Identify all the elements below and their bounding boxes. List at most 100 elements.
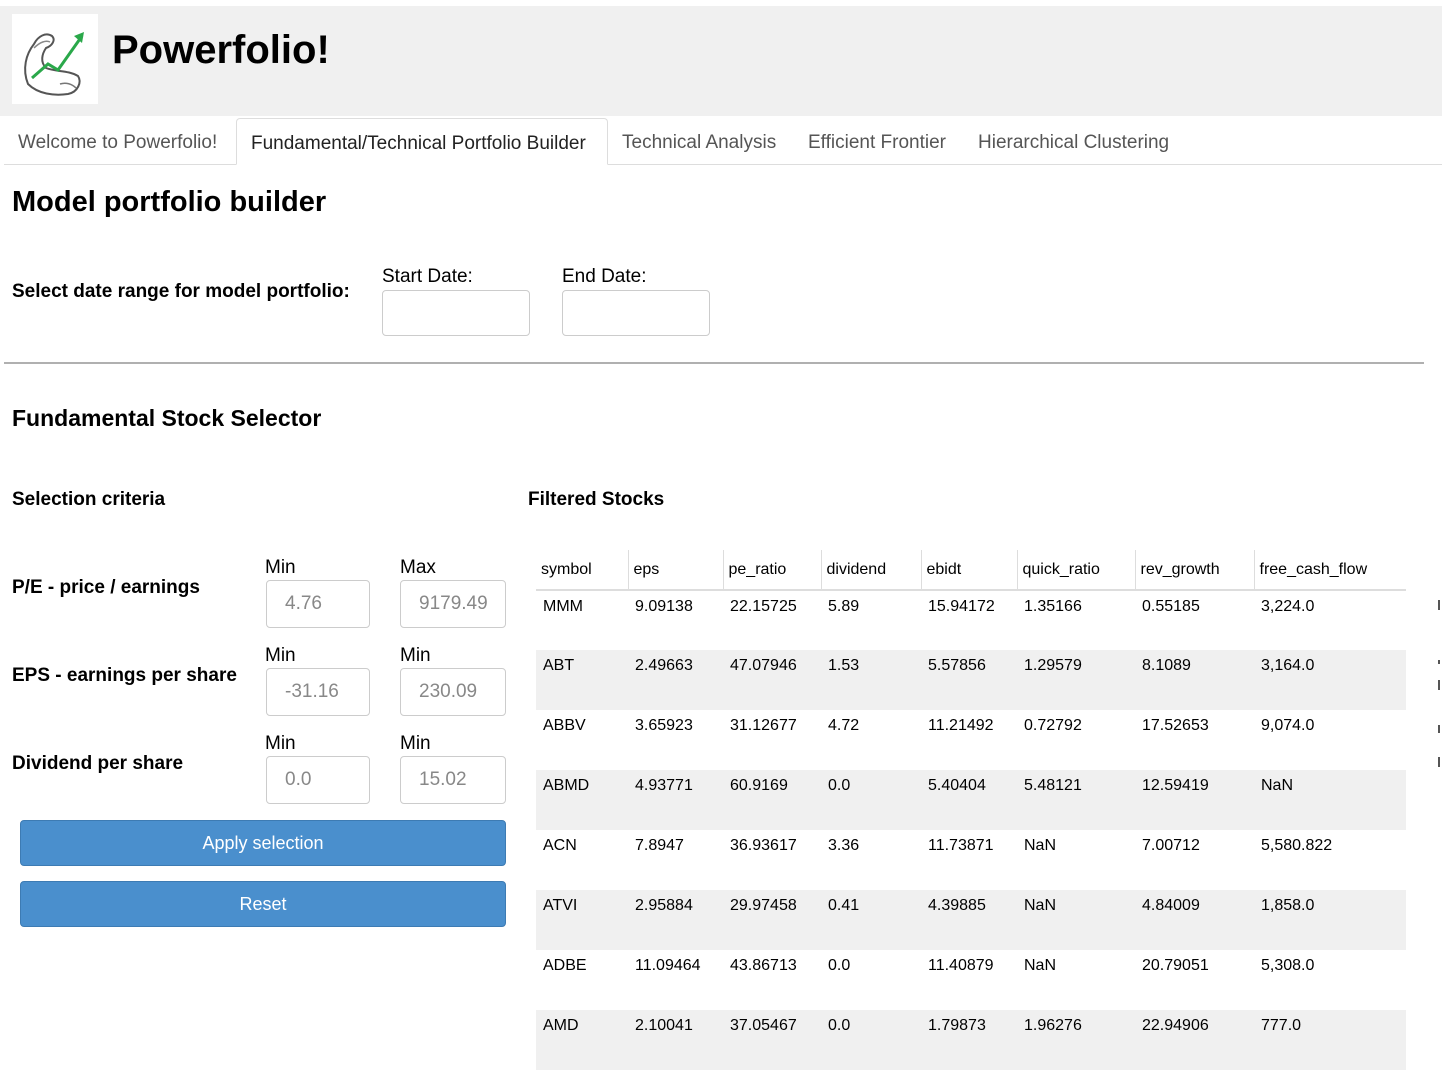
filtered-stocks-table: symbol eps pe_ratio dividend ebidt quick… [536, 550, 1406, 1070]
table-cell: 1.96276 [1017, 1010, 1135, 1070]
table-cell: NaN [1017, 830, 1135, 890]
table-cell: NaN [1254, 770, 1406, 830]
table-cell: 20.79051 [1135, 950, 1254, 1010]
section-divider [4, 362, 1424, 364]
selection-criteria-heading: Selection criteria [12, 489, 166, 510]
table-row[interactable]: MMM 9.09138 22.15725 5.89 15.94172 1.351… [536, 590, 1406, 650]
table-cell: 11.09464 [628, 950, 723, 1010]
table-cell: 31.12677 [723, 710, 821, 770]
table-cell: NaN [1017, 890, 1135, 950]
table-cell: AMD [536, 1010, 628, 1070]
eps-max-input[interactable]: 230.09 [400, 668, 506, 716]
tab-technical-analysis[interactable]: Technical Analysis [608, 118, 790, 164]
table-cell: 7.8947 [628, 830, 723, 890]
table-cell: ACN [536, 830, 628, 890]
table-cell: 5.89 [821, 590, 921, 650]
reset-button[interactable]: Reset [20, 881, 506, 927]
table-cell: 1.79873 [921, 1010, 1017, 1070]
page-title: Model portfolio builder [12, 186, 327, 218]
table-cell: 0.41 [821, 890, 921, 950]
end-date-input[interactable] [562, 290, 710, 336]
clipped-content-edge [1436, 595, 1442, 775]
table-cell: 22.15725 [723, 590, 821, 650]
column-header-free-cash-flow[interactable]: free_cash_flow [1253, 550, 1406, 591]
app-header: Powerfolio! [0, 6, 1442, 116]
table-cell: 2.49663 [628, 650, 723, 710]
table-row[interactable]: ABT 2.49663 47.07946 1.53 5.57856 1.2957… [536, 650, 1406, 710]
table-cell: 4.39885 [921, 890, 1017, 950]
table-cell: 15.94172 [921, 590, 1017, 650]
eps-min-label: Min [265, 645, 296, 666]
column-header-eps[interactable]: eps [627, 550, 723, 591]
table-cell: 29.97458 [723, 890, 821, 950]
table-row[interactable]: ABMD 4.93771 60.9169 0.0 5.40404 5.48121… [536, 770, 1406, 830]
table-cell: 3.65923 [628, 710, 723, 770]
table-row[interactable]: ACN 7.8947 36.93617 3.36 11.73871 NaN 7.… [536, 830, 1406, 890]
tab-hierarchical-clustering[interactable]: Hierarchical Clustering [964, 118, 1183, 164]
dividend-criterion-label: Dividend per share [12, 753, 184, 774]
pe-max-input[interactable]: 9179.49 [400, 580, 506, 628]
table-cell: ABBV [536, 710, 628, 770]
apply-selection-button[interactable]: Apply selection [20, 820, 506, 866]
dividend-max-label: Min [400, 733, 431, 754]
table-cell: MMM [536, 590, 628, 650]
table-cell: ABT [536, 650, 628, 710]
dividend-min-input[interactable]: 0.0 [266, 756, 370, 804]
table-cell: 4.93771 [628, 770, 723, 830]
table-cell: 5.40404 [921, 770, 1017, 830]
table-row[interactable]: ADBE 11.09464 43.86713 0.0 11.40879 NaN … [536, 950, 1406, 1010]
table-cell: 0.72792 [1017, 710, 1135, 770]
table-cell: ATVI [536, 890, 628, 950]
table-header-row: symbol eps pe_ratio dividend ebidt quick… [536, 550, 1406, 591]
table-cell: 0.0 [821, 770, 921, 830]
section-title: Fundamental Stock Selector [12, 405, 322, 431]
tab-portfolio-builder[interactable]: Fundamental/Technical Portfolio Builder [236, 118, 608, 165]
table-cell: 0.0 [821, 950, 921, 1010]
eps-criterion-label: EPS - earnings per share [12, 665, 237, 686]
table-cell: 1.53 [821, 650, 921, 710]
table-cell: 5,580.822 [1254, 830, 1406, 890]
column-header-symbol[interactable]: symbol [536, 550, 628, 591]
column-header-quick-ratio[interactable]: quick_ratio [1016, 550, 1135, 591]
table-row[interactable]: AMD 2.10041 37.05467 0.0 1.79873 1.96276… [536, 1010, 1406, 1070]
flexed-arm-growth-arrow-logo-icon [12, 14, 98, 104]
pe-min-input[interactable]: 4.76 [266, 580, 370, 628]
main-tabs: Welcome to Powerfolio! Fundamental/Techn… [4, 118, 1442, 165]
filtered-stocks-heading: Filtered Stocks [528, 489, 665, 510]
start-date-label: Start Date: [382, 266, 473, 287]
tab-efficient-frontier[interactable]: Efficient Frontier [794, 118, 960, 164]
table-cell: 11.21492 [921, 710, 1017, 770]
dividend-max-input[interactable]: 15.02 [400, 756, 506, 804]
table-cell: 7.00712 [1135, 830, 1254, 890]
column-header-rev-growth[interactable]: rev_growth [1134, 550, 1254, 591]
table-row[interactable]: ABBV 3.65923 31.12677 4.72 11.21492 0.72… [536, 710, 1406, 770]
table-row[interactable]: ATVI 2.95884 29.97458 0.41 4.39885 NaN 4… [536, 890, 1406, 950]
table-cell: 5,308.0 [1254, 950, 1406, 1010]
table-cell: ABMD [536, 770, 628, 830]
table-cell: 36.93617 [723, 830, 821, 890]
table-cell: 11.40879 [921, 950, 1017, 1010]
table-cell: 11.73871 [921, 830, 1017, 890]
table-cell: 0.55185 [1135, 590, 1254, 650]
table-cell: 12.59419 [1135, 770, 1254, 830]
table-cell: NaN [1017, 950, 1135, 1010]
table-cell: 0.0 [821, 1010, 921, 1070]
table-cell: 17.52653 [1135, 710, 1254, 770]
pe-criterion-label: P/E - price / earnings [12, 577, 200, 598]
column-header-ebidt[interactable]: ebidt [920, 550, 1017, 591]
table-cell: 5.57856 [921, 650, 1017, 710]
table-cell: 2.95884 [628, 890, 723, 950]
table-cell: 4.84009 [1135, 890, 1254, 950]
pe-max-label: Max [400, 557, 436, 578]
eps-max-label: Min [400, 645, 431, 666]
table-cell: 5.48121 [1017, 770, 1135, 830]
pe-min-label: Min [265, 557, 296, 578]
start-date-input[interactable] [382, 290, 530, 336]
column-header-pe-ratio[interactable]: pe_ratio [722, 550, 821, 591]
tab-welcome[interactable]: Welcome to Powerfolio! [4, 118, 231, 164]
eps-min-input[interactable]: -31.16 [266, 668, 370, 716]
table-cell: 2.10041 [628, 1010, 723, 1070]
table-cell: 1.35166 [1017, 590, 1135, 650]
column-header-dividend[interactable]: dividend [820, 550, 921, 591]
table-cell: 3.36 [821, 830, 921, 890]
